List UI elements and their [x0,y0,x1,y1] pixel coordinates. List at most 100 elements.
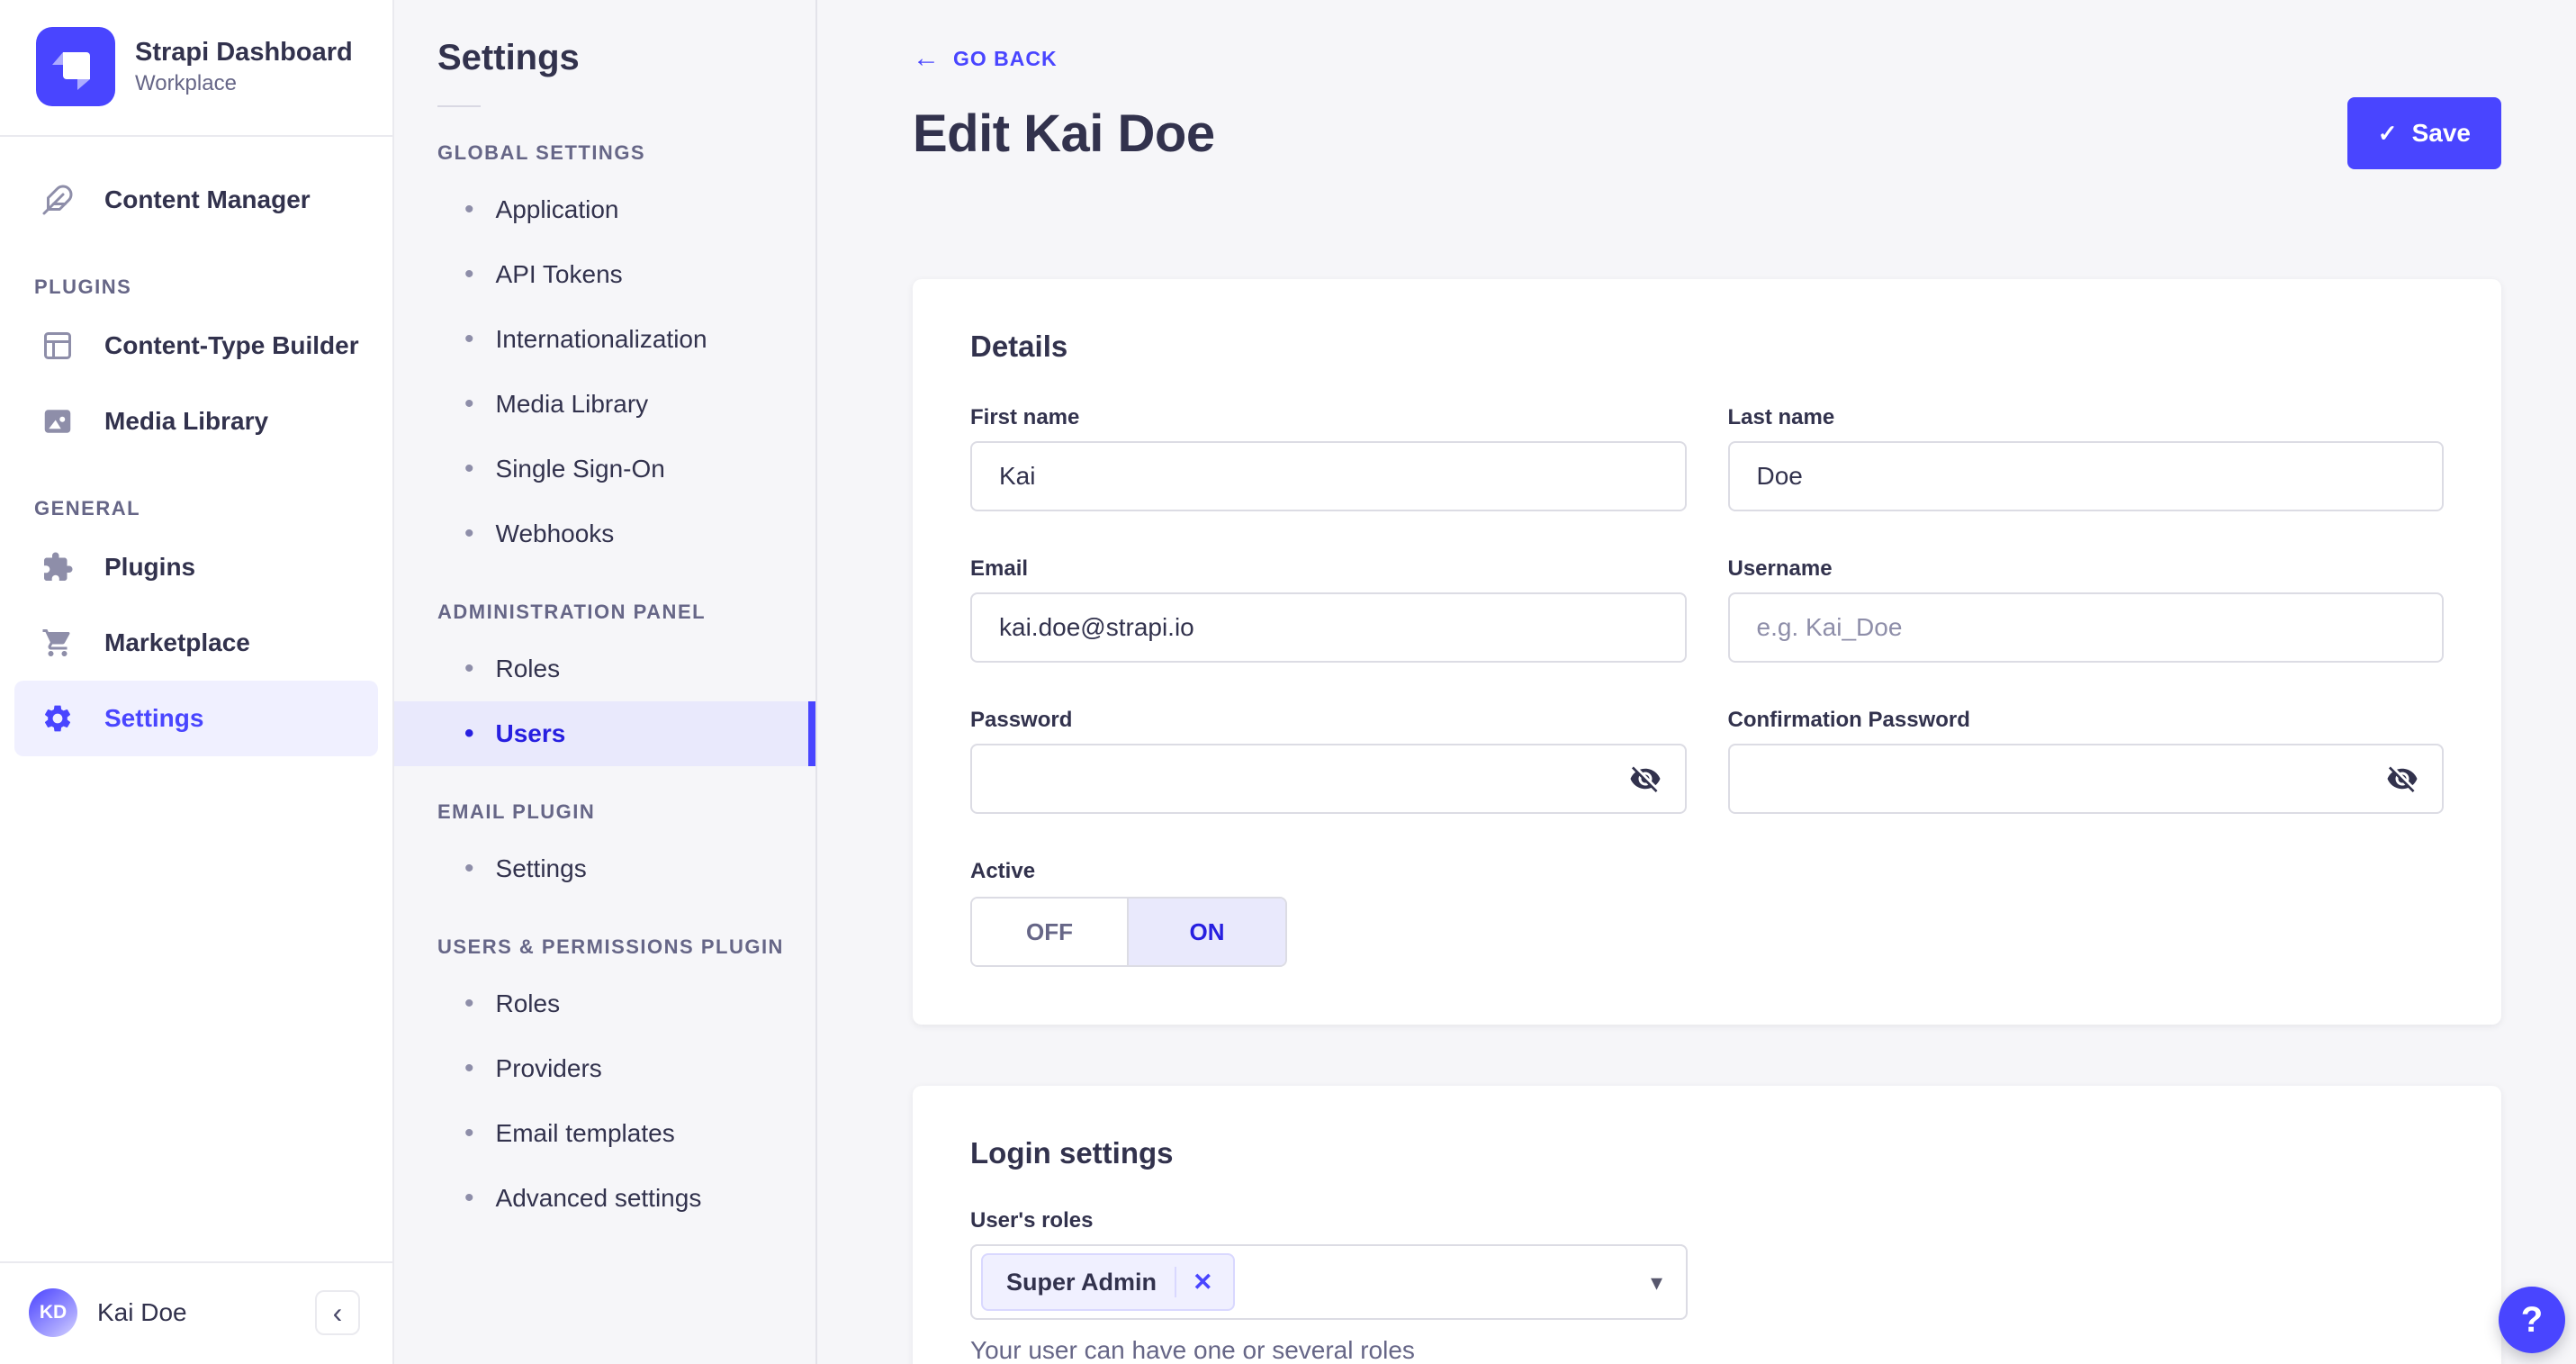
subnav-item-single-sign-on[interactable]: • Single Sign-On [394,437,815,501]
subnav-item-label: Application [495,195,619,223]
subnav-item-label: Webhooks [495,519,615,547]
users-roles-label: User's roles [970,1208,1094,1233]
role-tag-super-admin: Super Admin ✕ [981,1253,1235,1311]
main-nav: Content Manager PLUGINS Content-Type Bui… [0,137,392,756]
nav-section-plugins: PLUGINS [34,276,132,298]
chevron-down-icon: ▾ [1650,1268,1662,1296]
nav-item-media-library[interactable]: Media Library [0,384,392,459]
main-sidebar: Strapi Dashboard Workplace Content Manag… [0,0,394,1364]
subnav-item-email-settings[interactable]: • Settings [394,836,815,901]
first-name-field: First name [970,405,1687,511]
subnav-item-admin-roles[interactable]: • Roles [394,637,815,701]
question-mark-icon: ? [2520,1299,2544,1340]
toggle-on-option[interactable]: ON [1129,899,1285,965]
details-title: Details [970,330,1068,363]
first-name-input[interactable] [970,441,1687,511]
subnav-item-label: Roles [495,655,561,682]
go-back-link[interactable]: ← GO BACK [913,43,1058,74]
username-input[interactable] [1727,592,2444,663]
subnav-item-email-templates[interactable]: • Email templates [394,1101,815,1166]
divider [1175,1267,1177,1297]
nav-item-settings[interactable]: Settings [14,681,378,756]
app-title: Strapi Dashboard [135,38,353,68]
details-card: Details First name Last name Email [913,279,2501,1025]
confirmation-password-input[interactable] [1727,744,2444,814]
brand-header: Strapi Dashboard Workplace [0,0,392,137]
subnav-item-label: Media Library [495,390,649,418]
subnav-item-label: Providers [495,1054,602,1082]
remove-role-icon[interactable]: ✕ [1193,1269,1233,1296]
email-input[interactable] [970,592,1687,663]
bullet-icon: • [464,194,474,224]
nav-item-content-manager[interactable]: Content Manager [0,162,392,238]
username-label: Username [1727,556,1833,581]
email-field: Email [970,556,1687,663]
subnav-item-providers[interactable]: • Providers [394,1036,815,1101]
nav-item-label: Content Manager [104,185,311,213]
role-tag-label: Super Admin [1006,1268,1157,1296]
subnav-item-up-roles[interactable]: • Roles [394,971,815,1036]
nav-section-general: GENERAL [34,497,141,519]
bullet-icon: • [464,1053,474,1083]
collapse-sidebar-button[interactable]: ‹ [315,1290,360,1335]
email-label: Email [970,556,1029,581]
cart-icon [40,625,76,661]
bullet-icon: • [464,654,474,683]
subnav-item-admin-users[interactable]: • Users [394,701,815,766]
active-toggle: OFF ON [970,897,1287,967]
feather-icon [40,182,76,218]
subnav-item-internationalization[interactable]: • Internationalization [394,307,815,372]
nav-item-plugins[interactable]: Plugins [0,529,392,605]
strapi-logo-icon [36,27,115,106]
toggle-off-option[interactable]: OFF [972,899,1129,965]
avatar: KD [29,1288,77,1337]
subnav-section-administration-panel: ADMINISTRATION PANEL [437,601,707,623]
roles-select[interactable]: Super Admin ✕ ▾ [970,1244,1688,1320]
bullet-icon: • [464,1118,474,1148]
subnav-title: Settings [437,38,580,77]
subnav-item-advanced-settings[interactable]: • Advanced settings [394,1166,815,1231]
subnav-item-label: API Tokens [495,260,623,288]
nav-item-marketplace[interactable]: Marketplace [0,605,392,681]
subnav-item-label: Internationalization [495,325,707,353]
subnav-item-label: Users [495,719,566,747]
sidebar-footer: KD Kai Doe ‹ [0,1261,392,1364]
subnav-section-users-permissions: USERS & PERMISSIONS PLUGIN [437,935,784,958]
back-arrow-icon: ← [913,43,941,73]
nav-item-label: Plugins [104,553,196,581]
subnav-item-media-library[interactable]: • Media Library [394,372,815,437]
eye-off-icon[interactable] [2384,761,2420,797]
save-button[interactable]: ✓ Save [2346,97,2501,169]
go-back-label: GO BACK [953,46,1058,70]
nav-item-label: Media Library [104,407,269,435]
subnav-item-label: Settings [495,854,587,882]
bullet-icon: • [464,454,474,483]
password-label: Password [970,708,1073,732]
help-button[interactable]: ? [2499,1287,2565,1353]
subnav-item-label: Email templates [495,1119,675,1147]
last-name-label: Last name [1727,405,1835,429]
bullet-icon: • [464,324,474,354]
subnav-item-label: Single Sign-On [495,455,665,483]
subnav-item-label: Advanced settings [495,1184,702,1212]
last-name-field: Last name [1727,405,2444,511]
subnav-item-application[interactable]: • Application [394,177,815,242]
check-icon: ✓ [2377,119,2398,147]
eye-off-icon[interactable] [1627,761,1663,797]
nav-item-label: Settings [104,704,204,732]
active-toggle-block: Active OFF ON [970,859,2444,967]
layout-icon [40,328,76,364]
workspace-name: Workplace [135,70,237,95]
password-input[interactable] [970,744,1687,814]
subnav-item-api-tokens[interactable]: • API Tokens [394,242,815,307]
image-icon [40,403,76,439]
subnav-section-email-plugin: EMAIL PLUGIN [437,800,596,823]
subnav-item-webhooks[interactable]: • Webhooks [394,501,815,566]
chevron-left-icon: ‹ [332,1296,343,1329]
username-field: Username [1727,556,2444,663]
last-name-input[interactable] [1727,441,2444,511]
settings-subnav: Settings GLOBAL SETTINGS • Application • A… [394,0,817,1364]
nav-item-content-type-builder[interactable]: Content-Type Builder [0,308,392,384]
roles-help-text: Your user can have one or several roles [970,1336,1415,1364]
user-name: Kai Doe [97,1298,187,1326]
